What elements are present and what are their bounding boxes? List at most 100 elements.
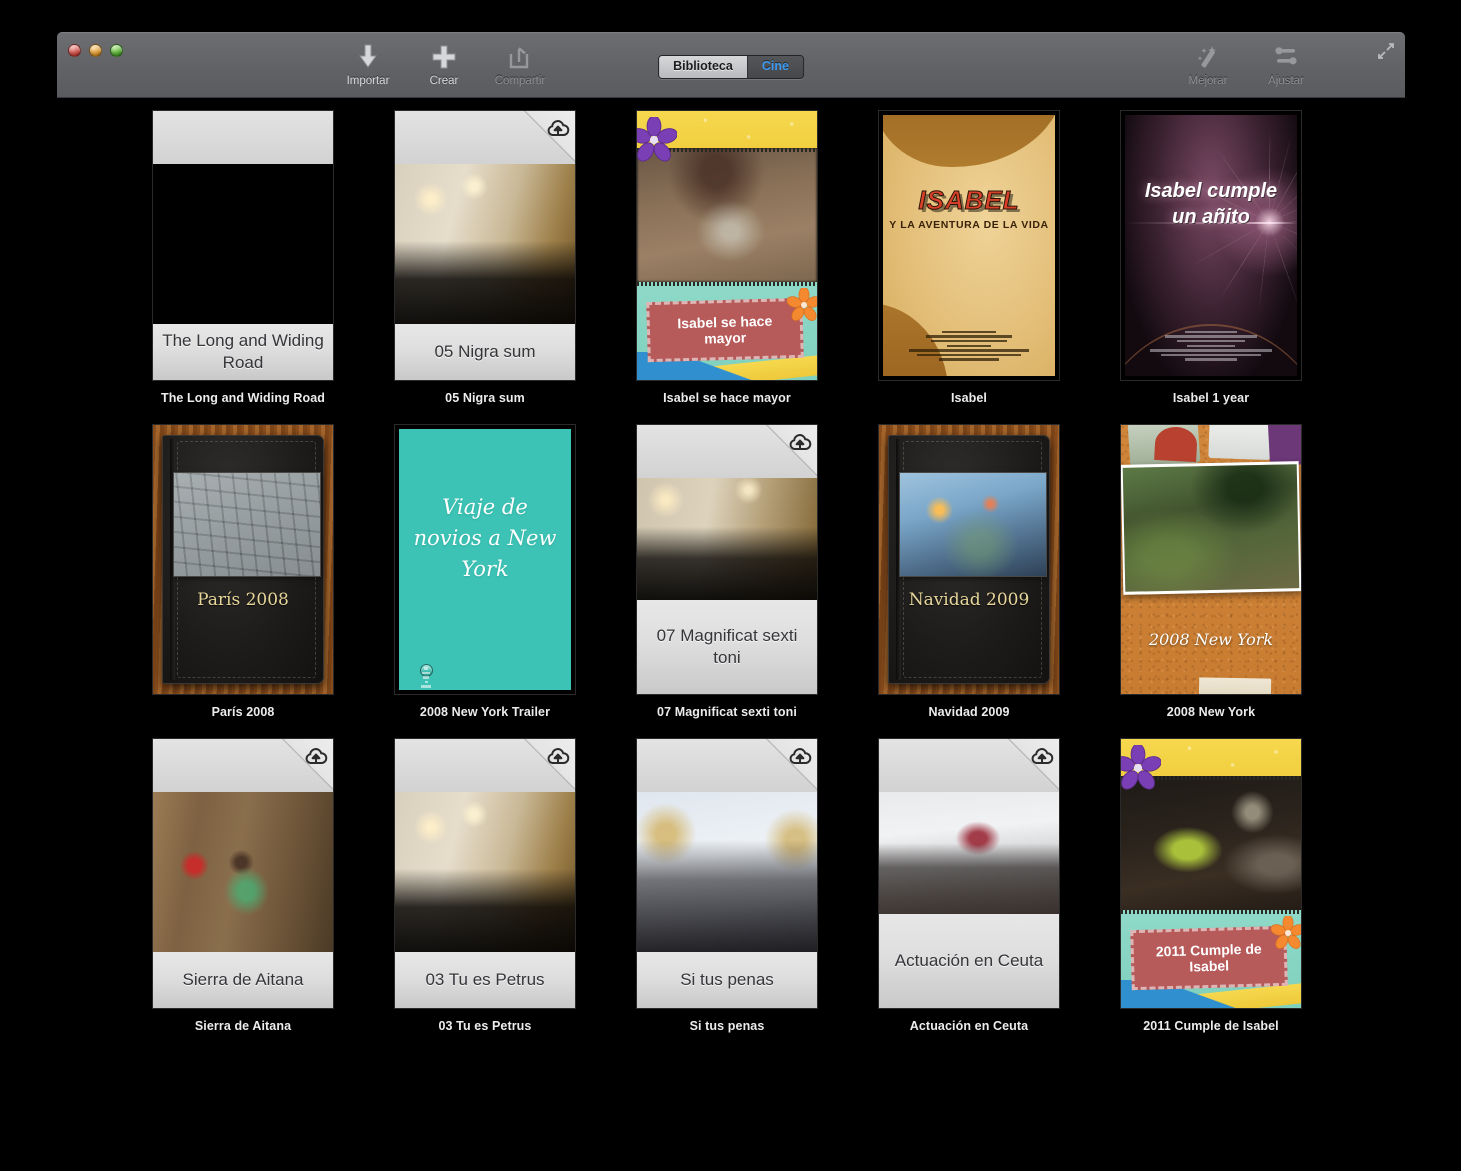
share-button[interactable]: Compartir <box>493 42 547 87</box>
purple-flower-icon <box>1121 745 1161 790</box>
card-title: Sierra de Aitana <box>182 970 304 989</box>
maximize-window-button[interactable] <box>110 44 123 57</box>
toolbar: Importar Crear Compartir Biblioteca Cine… <box>57 32 1405 98</box>
project-card-paris-2008[interactable]: París 2008 <box>153 425 333 694</box>
fullscreen-button[interactable] <box>1377 42 1395 65</box>
card-thumbnail <box>637 792 817 952</box>
project-caption: Isabel <box>950 391 988 405</box>
project-caption: 07 Magnificat sexti toni <box>657 705 797 719</box>
project-cell[interactable]: Navidad 2009 Navidad 2009 <box>879 425 1059 719</box>
project-cell[interactable]: 03 Tu es Petrus 03 Tu es Petrus <box>395 739 575 1033</box>
card-thumbnail <box>1121 461 1301 595</box>
project-card-2008-new-york[interactable]: 2008 New York <box>1121 425 1301 694</box>
cloud-upload-badge <box>765 739 817 791</box>
card-thumbnail <box>395 164 575 324</box>
card-title: 07 Magnificat sexti toni <box>656 626 798 667</box>
project-cell[interactable]: Viaje de novios a New York 2008 New York… <box>395 425 575 719</box>
project-row: Sierra de Aitana Sierra de Aitana 03 Tu … <box>153 739 1309 1033</box>
toolbar-left-group: Importar Crear Compartir <box>341 42 547 87</box>
card-top-band <box>153 111 333 164</box>
project-cell[interactable]: 07 Magnificat sexti toni 07 Magnificat s… <box>637 425 817 719</box>
project-card-navidad-2009[interactable]: Navidad 2009 <box>879 425 1059 694</box>
pinned-scrap <box>1198 677 1272 694</box>
plus-icon <box>432 42 456 72</box>
project-cell[interactable]: Actuación en Ceuta Actuación en Ceuta <box>879 739 1059 1033</box>
project-caption: Actuación en Ceuta <box>909 1019 1029 1033</box>
minimize-window-button[interactable] <box>89 44 102 57</box>
poster-frame: Viaje de novios a New York <box>395 425 575 694</box>
create-button-label: Crear <box>429 75 459 87</box>
window-controls <box>68 44 123 57</box>
project-caption: 03 Tu es Petrus <box>438 1019 532 1033</box>
library-cinema-segmented-control[interactable]: Biblioteca Cine <box>658 55 804 79</box>
orange-flower-icon <box>787 288 817 321</box>
card-thumbnail <box>174 473 320 576</box>
project-cell[interactable]: The Long and Widing Road The Long and Wi… <box>153 111 333 405</box>
project-card-isabel-se-hace-mayor[interactable]: Isabel se hace mayor <box>637 111 817 380</box>
project-caption: 2011 Cumple de Isabel <box>1143 1019 1279 1033</box>
enhance-button[interactable]: Mejorar <box>1181 42 1235 87</box>
project-caption: Isabel se hace mayor <box>663 391 791 405</box>
card-title: 2008 New York <box>1148 630 1274 649</box>
cloud-upload-badge <box>765 425 817 477</box>
card-title: ISABEL <box>918 185 1020 216</box>
cloud-upload-badge <box>523 111 575 163</box>
project-card-07-magnificat-sexti-toni[interactable]: 07 Magnificat sexti toni <box>637 425 817 694</box>
application-window: Importar Crear Compartir Biblioteca Cine… <box>57 32 1405 98</box>
card-title: Navidad 2009 <box>908 590 1030 610</box>
card-thumbnail <box>900 473 1046 576</box>
card-title: 2011 Cumple de Isabel <box>1155 940 1262 975</box>
project-cell[interactable]: Sierra de Aitana Sierra de Aitana <box>153 739 333 1033</box>
cloud-upload-badge <box>523 739 575 791</box>
import-button[interactable]: Importar <box>341 42 395 87</box>
card-title-band: Si tus penas <box>637 952 817 1008</box>
project-card-2008-new-york-trailer[interactable]: Viaje de novios a New York <box>395 425 575 694</box>
project-cell[interactable]: París 2008 París 2008 <box>153 425 333 719</box>
segment-cine[interactable]: Cine <box>746 56 803 78</box>
project-cell[interactable]: Isabel cumple un añito Isabel 1 year <box>1121 111 1301 405</box>
card-thumbnail <box>637 148 817 282</box>
card-title: Isabel cumple un añito <box>1144 179 1278 228</box>
poster-frame: ISABEL Y LA AVENTURA DE LA VIDA <box>879 111 1059 380</box>
project-card-the-long-and-widing-road[interactable]: The Long and Widing Road <box>153 111 333 380</box>
project-cell[interactable]: 2011 Cumple de Isabel 2011 Cumple de Isa… <box>1121 739 1301 1033</box>
sliders-icon <box>1273 42 1299 72</box>
project-card-sierra-de-aitana[interactable]: Sierra de Aitana <box>153 739 333 1008</box>
project-card-si-tus-penas[interactable]: Si tus penas <box>637 739 817 1008</box>
card-title: Actuación en Ceuta <box>894 951 1044 970</box>
project-cell[interactable]: Isabel se hace mayor Isabel se hace mayo… <box>637 111 817 405</box>
download-arrow-icon <box>357 42 379 72</box>
project-card-2011-cumple-de-isabel[interactable]: 2011 Cumple de Isabel <box>1121 739 1301 1008</box>
purple-flower-icon <box>637 117 677 162</box>
card-title-band: Actuación en Ceuta <box>879 914 1059 1008</box>
project-caption: Isabel 1 year <box>1172 391 1250 405</box>
poster-credits <box>419 663 433 688</box>
poster-credits <box>1146 329 1277 363</box>
project-caption: París 2008 <box>211 705 275 719</box>
segment-biblioteca[interactable]: Biblioteca <box>659 56 747 78</box>
project-card-03-tu-es-petrus[interactable]: 03 Tu es Petrus <box>395 739 575 1008</box>
project-card-actuacion-en-ceuta[interactable]: Actuación en Ceuta <box>879 739 1059 1008</box>
cloud-upload-icon <box>789 748 812 764</box>
cloud-upload-badge <box>281 739 333 791</box>
zigzag-divider <box>637 282 817 286</box>
card-title: Viaje de novios a New York <box>413 494 557 581</box>
project-card-05-nigra-sum[interactable]: 05 Nigra sum <box>395 111 575 380</box>
project-caption: Si tus penas <box>689 1019 765 1033</box>
card-title: 05 Nigra sum <box>434 342 536 361</box>
project-cell[interactable]: 05 Nigra sum 05 Nigra sum <box>395 111 575 405</box>
project-cell[interactable]: Si tus penas Si tus penas <box>637 739 817 1033</box>
scrapbook-title-label: Isabel se hace mayor <box>646 297 804 363</box>
scrapbook-title-label: 2011 Cumple de Isabel <box>1130 925 1288 991</box>
create-button[interactable]: Crear <box>417 42 471 87</box>
card-title-band: 03 Tu es Petrus <box>395 952 575 1008</box>
project-card-isabel-1-year[interactable]: Isabel cumple un añito <box>1121 111 1301 380</box>
adjust-button[interactable]: Ajustar <box>1259 42 1313 87</box>
project-cell[interactable]: ISABEL Y LA AVENTURA DE LA VIDA Isabel <box>879 111 1059 405</box>
close-window-button[interactable] <box>68 44 81 57</box>
cloud-upload-icon <box>305 748 328 764</box>
project-card-isabel[interactable]: ISABEL Y LA AVENTURA DE LA VIDA <box>879 111 1059 380</box>
project-caption: Sierra de Aitana <box>194 1019 292 1033</box>
project-cell[interactable]: 2008 New York 2008 New York <box>1121 425 1301 719</box>
project-row: París 2008 París 2008 Viaje de novios a … <box>153 425 1309 719</box>
